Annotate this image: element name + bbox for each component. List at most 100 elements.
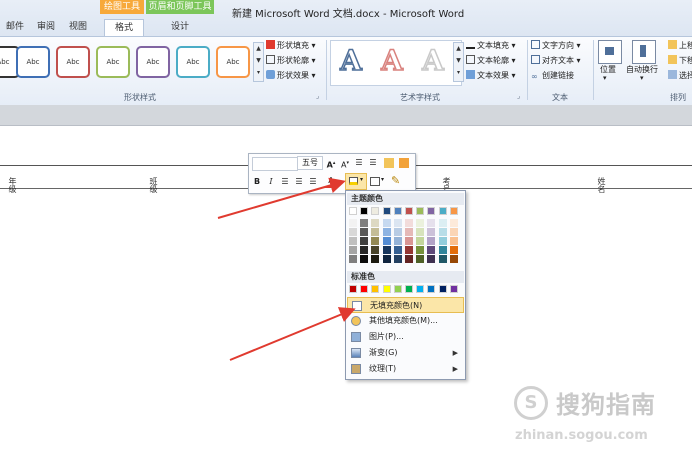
- color-swatch[interactable]: [371, 285, 380, 293]
- text-effects-button[interactable]: 文本效果 ▾: [466, 70, 516, 82]
- align-text-button[interactable]: 对齐文本 ▾: [531, 55, 581, 67]
- color-swatch[interactable]: [438, 219, 447, 227]
- increase-indent-icon[interactable]: ☰: [367, 156, 379, 170]
- shrink-font-icon[interactable]: A▾: [339, 156, 351, 170]
- color-swatch[interactable]: [371, 207, 380, 215]
- create-link-button[interactable]: ∞ 创建链接: [531, 70, 574, 82]
- color-swatch[interactable]: [349, 219, 357, 227]
- tab-design[interactable]: 设计: [152, 19, 208, 35]
- shape-effects-button[interactable]: 形状效果 ▾: [266, 70, 316, 82]
- shape-style-thumb[interactable]: Abc: [56, 46, 90, 78]
- selection-pane-button[interactable]: 选择: [668, 70, 692, 82]
- menu-item[interactable]: 渐变(G) ▶: [347, 345, 464, 361]
- shape-style-thumb[interactable]: Abc: [96, 46, 130, 78]
- format-painter-small-icon[interactable]: [399, 158, 409, 168]
- outline-icon[interactable]: [370, 177, 380, 186]
- grow-font-icon[interactable]: A▴: [325, 156, 337, 170]
- color-swatch[interactable]: [416, 207, 425, 215]
- tab-review[interactable]: 审阅: [32, 19, 60, 35]
- color-swatch[interactable]: [382, 207, 391, 215]
- font-color-button[interactable]: A: [325, 175, 337, 188]
- color-swatch[interactable]: [349, 237, 357, 245]
- color-swatch[interactable]: [360, 228, 369, 236]
- color-swatch[interactable]: [449, 255, 458, 263]
- menu-item[interactable]: 纹理(T) ▶: [347, 361, 464, 377]
- color-swatch[interactable]: [416, 219, 425, 227]
- shape-style-thumb[interactable]: Abc: [16, 46, 50, 78]
- styles-icon[interactable]: [384, 158, 394, 168]
- color-swatch[interactable]: [371, 219, 380, 227]
- color-swatch[interactable]: [393, 255, 402, 263]
- gallery-scroll[interactable]: ▲ ▼ ▾: [253, 42, 264, 82]
- color-swatch[interactable]: [371, 228, 380, 236]
- bold-button[interactable]: B: [251, 175, 263, 189]
- color-swatch[interactable]: [360, 255, 369, 263]
- color-swatch[interactable]: [449, 228, 458, 236]
- color-swatch[interactable]: [427, 219, 436, 227]
- text-outline-button[interactable]: 文本轮廓 ▾: [466, 55, 516, 67]
- color-swatch[interactable]: [349, 246, 357, 254]
- font-name-box[interactable]: [252, 157, 298, 171]
- wordart-style-thumb[interactable]: A: [377, 43, 407, 78]
- color-swatch[interactable]: [382, 255, 391, 263]
- shape-style-thumb[interactable]: Abc: [176, 46, 210, 78]
- color-swatch[interactable]: [382, 228, 391, 236]
- gallery-scroll[interactable]: ▲ ▼ ▾: [453, 42, 464, 82]
- color-swatch[interactable]: [449, 219, 458, 227]
- color-swatch[interactable]: [449, 237, 458, 245]
- decrease-indent-icon[interactable]: ☰: [353, 156, 365, 170]
- color-swatch[interactable]: [405, 285, 413, 293]
- color-swatch[interactable]: [349, 285, 357, 293]
- send-backward-button[interactable]: 下移: [668, 55, 692, 67]
- color-swatch[interactable]: [416, 237, 425, 245]
- color-swatch[interactable]: [405, 255, 413, 263]
- color-swatch[interactable]: [438, 285, 447, 293]
- color-swatch[interactable]: [405, 228, 413, 236]
- color-swatch[interactable]: [349, 207, 357, 215]
- align-center-icon[interactable]: ☰: [293, 175, 305, 189]
- color-swatch[interactable]: [438, 207, 447, 215]
- color-swatch[interactable]: [405, 219, 413, 227]
- color-swatch[interactable]: [360, 285, 369, 293]
- color-swatch[interactable]: [427, 246, 436, 254]
- color-swatch[interactable]: [416, 285, 425, 293]
- format-painter-icon[interactable]: ✎: [391, 175, 403, 187]
- color-swatch[interactable]: [382, 246, 391, 254]
- color-swatch[interactable]: [360, 207, 369, 215]
- text-fill-button[interactable]: 文本填充 ▾: [466, 40, 516, 52]
- shape-style-thumb[interactable]: Abc: [136, 46, 170, 78]
- shape-fill-dropdown-button[interactable]: ▾: [345, 173, 367, 190]
- color-swatch[interactable]: [393, 228, 402, 236]
- color-swatch[interactable]: [405, 237, 413, 245]
- color-swatch[interactable]: [416, 246, 425, 254]
- color-swatch[interactable]: [405, 246, 413, 254]
- color-swatch[interactable]: [382, 285, 391, 293]
- tab-view[interactable]: 视图: [64, 19, 92, 35]
- shape-outline-button[interactable]: 形状轮廓 ▾: [266, 55, 316, 67]
- bring-forward-button[interactable]: 上移: [668, 40, 692, 52]
- color-swatch[interactable]: [438, 228, 447, 236]
- color-swatch[interactable]: [393, 246, 402, 254]
- menu-item[interactable]: 无填充颜色(N): [347, 297, 464, 313]
- color-swatch[interactable]: [416, 228, 425, 236]
- color-swatch[interactable]: [393, 207, 402, 215]
- color-swatch[interactable]: [382, 219, 391, 227]
- color-swatch[interactable]: [427, 237, 436, 245]
- shape-style-thumb[interactable]: Abc: [216, 46, 250, 78]
- tab-mailings[interactable]: 邮件: [2, 19, 28, 35]
- color-swatch[interactable]: [438, 246, 447, 254]
- color-swatch[interactable]: [349, 228, 357, 236]
- color-swatch[interactable]: [427, 255, 436, 263]
- color-swatch[interactable]: [449, 207, 458, 215]
- dialog-launcher-icon[interactable]: ⌟: [517, 92, 520, 100]
- color-swatch[interactable]: [371, 255, 380, 263]
- color-swatch[interactable]: [382, 237, 391, 245]
- align-left-icon[interactable]: ☰: [279, 175, 291, 189]
- menu-item[interactable]: 图片(P)...: [347, 329, 464, 345]
- color-swatch[interactable]: [349, 255, 357, 263]
- color-swatch[interactable]: [449, 246, 458, 254]
- color-swatch[interactable]: [427, 285, 436, 293]
- color-swatch[interactable]: [360, 246, 369, 254]
- shape-fill-button[interactable]: 形状填充 ▾: [266, 40, 316, 52]
- wordart-style-thumb[interactable]: A: [336, 43, 366, 78]
